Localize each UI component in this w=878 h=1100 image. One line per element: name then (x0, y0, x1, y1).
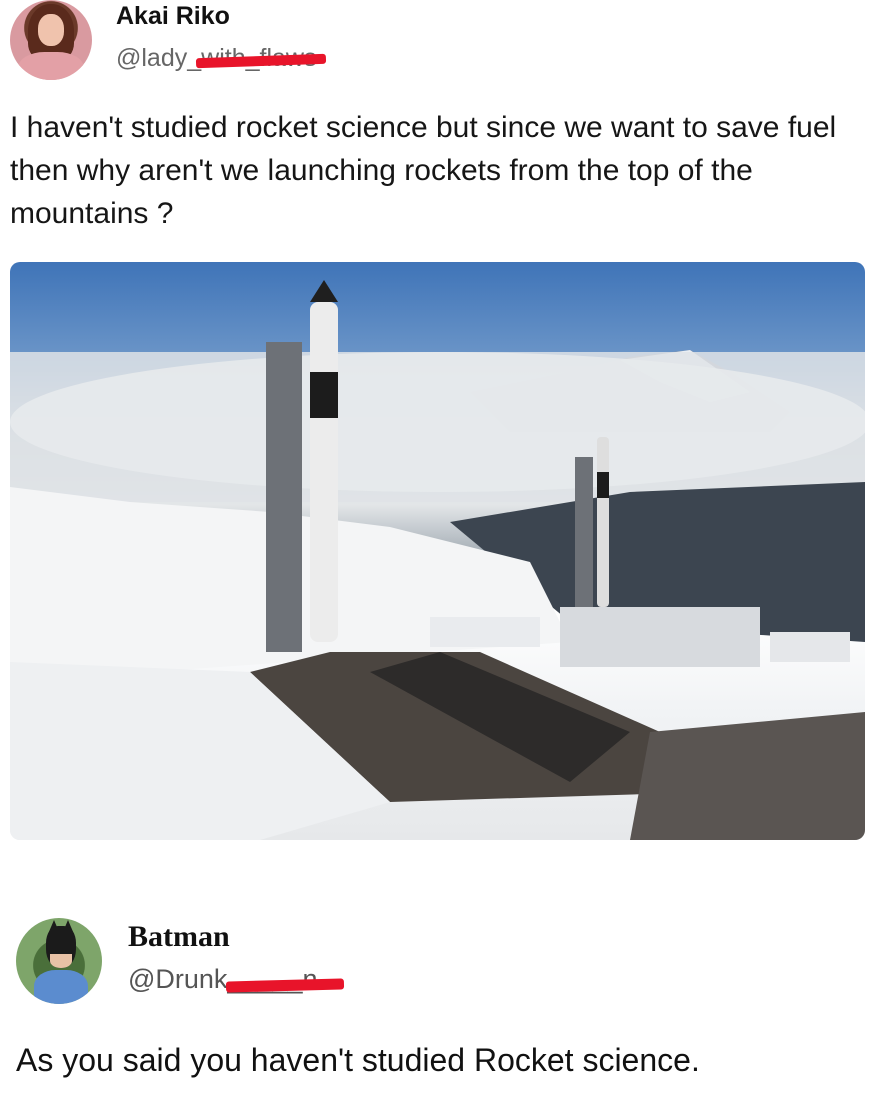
reply-text: As you said you haven't studied Rocket s… (16, 1042, 700, 1078)
post-text: I haven't studied rocket science but sin… (10, 111, 837, 230)
rocket-launch-scene (10, 280, 865, 840)
launch-tower-2-shape (575, 457, 593, 607)
rocket-body-shape (310, 302, 338, 642)
author-name[interactable]: Akai Riko (116, 2, 230, 31)
hangar-shape (560, 607, 760, 667)
rocket-2-body-shape (597, 437, 609, 607)
road-shape (630, 712, 865, 840)
rocket-2-band-shape (597, 472, 609, 498)
top-post: Akai Riko @lady_with_flaws I haven't stu… (0, 0, 878, 860)
rocket-band-shape (310, 372, 338, 418)
avatar-body-shape (34, 970, 88, 1004)
reply-post: Batman @Drunk_____n As you said you have… (0, 900, 878, 1100)
avatar-shirt-shape (18, 52, 84, 80)
rocket-nose-shape (310, 280, 338, 302)
cloud-shape (10, 352, 865, 492)
launch-tower-shape (266, 342, 302, 652)
post-image[interactable] (10, 262, 865, 840)
author-avatar[interactable] (10, 0, 92, 80)
reply-handle-redaction-mark (225, 978, 345, 993)
batman-avatar[interactable] (16, 918, 102, 1004)
building-2-shape (770, 632, 850, 662)
avatar-face-shape (38, 14, 64, 46)
reply-author-name[interactable]: Batman (128, 920, 230, 954)
building-shape (430, 617, 540, 647)
avatar-chin-shape (50, 954, 72, 968)
